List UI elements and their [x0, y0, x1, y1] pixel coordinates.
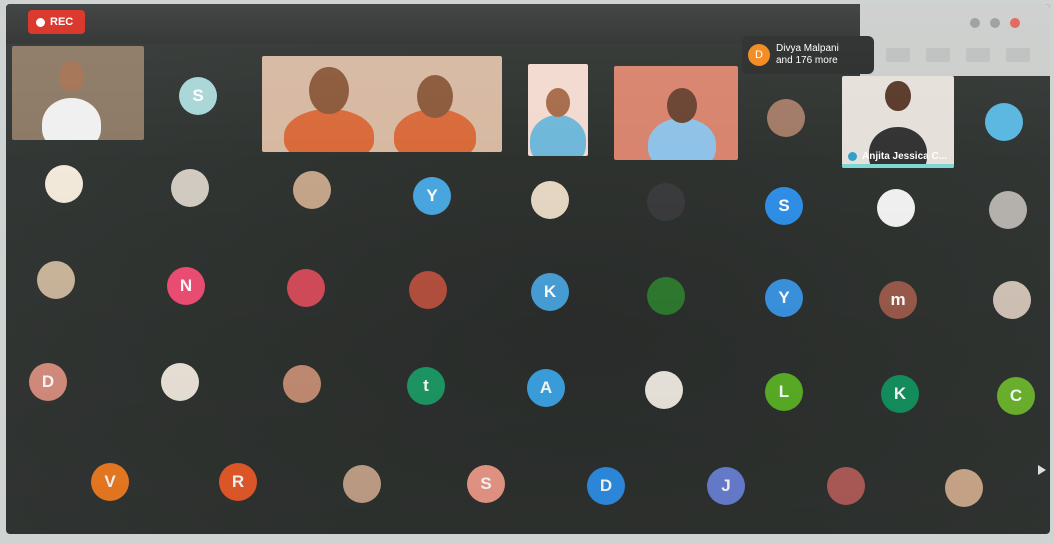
recording-label: REC	[50, 16, 74, 28]
participant-avatar-initial[interactable]: S	[467, 465, 505, 503]
participant-avatar-initial[interactable]: V	[91, 463, 129, 501]
close-icon[interactable]	[1010, 18, 1020, 28]
participant-avatar-photo[interactable]	[877, 189, 915, 227]
participant-avatar-initial[interactable]: L	[765, 373, 803, 411]
video-tile-1[interactable]	[12, 46, 144, 140]
toolbar-icon-2[interactable]	[926, 48, 950, 62]
participant-avatar-initial[interactable]: J	[707, 467, 745, 505]
participant-avatar-initial[interactable]: D	[29, 363, 67, 401]
mouse-cursor-icon	[1038, 465, 1046, 475]
video-tile-4[interactable]	[614, 66, 738, 160]
participant-avatar-photo[interactable]	[293, 171, 331, 209]
participant-avatar-initial[interactable]: Y	[765, 279, 803, 317]
participants-text: Divya Malpani and 176 more	[776, 43, 839, 67]
person-body	[529, 114, 587, 156]
participant-avatar-initial[interactable]: S	[179, 77, 217, 115]
participant-avatar-photo[interactable]	[531, 181, 569, 219]
participant-avatar-photo[interactable]	[171, 169, 209, 207]
minimize-icon[interactable]	[970, 18, 980, 28]
participant-avatar-photo[interactable]	[409, 271, 447, 309]
person-head	[667, 87, 698, 124]
participant-avatar-photo[interactable]	[645, 371, 683, 409]
video-tile-3[interactable]	[528, 64, 588, 156]
video-tile-2[interactable]	[262, 56, 502, 152]
participant-avatar-photo[interactable]	[283, 365, 321, 403]
maximize-icon[interactable]	[990, 18, 1000, 28]
participant-avatar-initial[interactable]: A	[527, 369, 565, 407]
meeting-screen: REC D Divya Malpani and 176 more Anjita …	[6, 4, 1050, 534]
participant-avatar-photo[interactable]	[343, 465, 381, 503]
participant-avatar-initial[interactable]: C	[997, 377, 1035, 415]
speaking-indicator-icon	[848, 152, 857, 161]
person-head	[58, 60, 85, 92]
participant-avatar-initial[interactable]: D	[587, 467, 625, 505]
person-head	[545, 87, 571, 118]
recording-indicator[interactable]: REC	[28, 10, 86, 34]
participant-avatar-photo[interactable]	[989, 191, 1027, 229]
participant-avatar-initial[interactable]: m	[879, 281, 917, 319]
toolbar-area	[860, 4, 1050, 76]
participant-avatar-photo[interactable]	[287, 269, 325, 307]
participant-avatar-initial[interactable]: K	[531, 273, 569, 311]
participant-avatar-photo[interactable]	[647, 277, 685, 315]
participant-avatar-initial[interactable]: R	[219, 463, 257, 501]
participant-avatar-initial[interactable]: Y	[413, 177, 451, 215]
person-head	[309, 66, 349, 115]
person-body	[42, 97, 101, 140]
participant-avatar-initial[interactable]: K	[881, 375, 919, 413]
toolbar-icon-4[interactable]	[1006, 48, 1030, 62]
toolbar-icon-3[interactable]	[966, 48, 990, 62]
participant-avatar: D	[748, 44, 770, 66]
record-icon	[36, 17, 45, 27]
video-tile-5[interactable]: Anjita Jessica C...	[842, 76, 954, 168]
participant-avatar-photo[interactable]	[767, 99, 805, 137]
person-body	[284, 108, 375, 152]
participant-avatar-photo[interactable]	[161, 363, 199, 401]
speaker-name: Anjita Jessica C...	[862, 151, 948, 162]
participants-name: Divya Malpani	[776, 43, 839, 54]
participant-avatar-photo[interactable]	[945, 469, 983, 507]
speaker-label: Anjita Jessica C...	[848, 151, 947, 162]
active-speaker-bar	[842, 164, 954, 168]
participant-avatar-photo[interactable]	[45, 165, 83, 203]
participants-indicator[interactable]: D Divya Malpani and 176 more	[742, 36, 874, 74]
participant-avatar-initial[interactable]: t	[407, 367, 445, 405]
person-head	[885, 81, 911, 112]
participant-avatar-photo[interactable]	[37, 261, 75, 299]
participant-avatar-photo[interactable]	[647, 183, 685, 221]
person-head	[416, 74, 453, 118]
participant-avatar-initial[interactable]: S	[765, 187, 803, 225]
participant-avatar-photo[interactable]	[985, 103, 1023, 141]
toolbar-icon-1[interactable]	[886, 48, 910, 62]
participant-avatar-initial[interactable]: N	[167, 267, 205, 305]
person-body	[648, 117, 716, 160]
participants-more: and 176 more	[776, 55, 838, 66]
participant-avatar-photo[interactable]	[993, 281, 1031, 319]
participant-avatar-photo[interactable]	[827, 467, 865, 505]
